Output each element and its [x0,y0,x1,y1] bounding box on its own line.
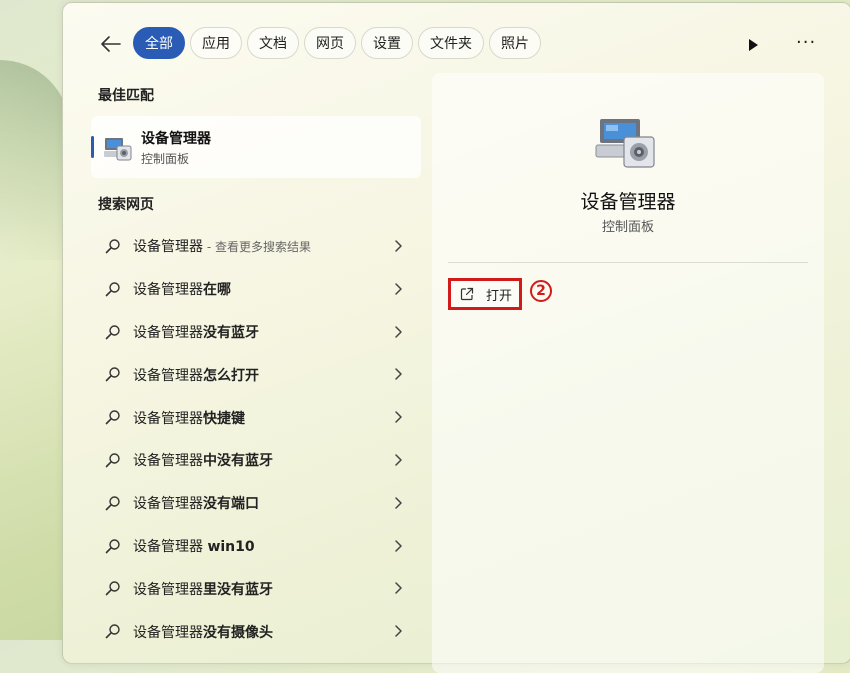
result-prefix: 设备管理器 [133,410,203,427]
open-button[interactable]: 打开 [448,278,522,310]
result-prefix: 设备管理器 [133,324,203,341]
result-prefix: 设备管理器 [133,538,208,555]
result-suffix: 怎么打开 [203,367,259,384]
best-match-name: 设备管理器 [141,131,211,147]
search-result-text: 设备管理器没有端口 [133,493,259,513]
search-result-row[interactable]: 设备管理器没有摄像头 [91,610,421,653]
result-suffix: 快捷键 [203,410,245,427]
search-icon [105,410,120,425]
search-result-row[interactable]: 设备管理器 win10 [91,525,421,568]
desktop-wallpaper [0,60,70,260]
chevron-right-icon [395,625,402,637]
search-icon [105,282,120,297]
best-match-item[interactable]: 设备管理器 控制面板 [91,116,421,178]
result-prefix: 设备管理器 [133,282,203,299]
search-result-row[interactable]: 设备管理器里没有蓝牙 [91,567,421,610]
more-options-icon: ··· [796,32,817,53]
result-suffix: 没有摄像头 [203,624,273,641]
search-icon [105,624,120,639]
chevron-right-icon [395,539,402,552]
result-prefix: 设备管理器 [133,581,203,598]
result-prefix: 设备管理器 [133,239,203,256]
result-hint: - 查看更多搜索结果 [203,240,311,255]
detail-title: 设备管理器 [580,191,676,213]
back-arrow-icon [101,36,121,52]
chevron-right-icon [395,582,402,595]
tab-all[interactable]: 全部 [133,27,185,59]
search-icon [105,581,120,596]
tab-apps[interactable]: 应用 [190,27,242,59]
filter-tabs: 全部 应用 文档 网页 设置 文件夹 照片 [133,27,541,59]
chevron-right-icon [395,240,402,252]
start-search-panel: 全部 应用 文档 网页 设置 文件夹 照片 ··· 最佳匹配 设备管理器 控制面… [62,2,850,673]
chevron-right-icon [395,325,402,338]
search-result-row[interactable]: 设备管理器怎么打开 [91,353,421,396]
selection-indicator [91,136,94,158]
search-icon [105,496,120,511]
search-icon [105,367,120,382]
chevron-right-icon [395,497,402,509]
chevron-right-icon [395,411,402,423]
result-suffix: 中没有蓝牙 [203,453,273,470]
best-match-category: 控制面板 [141,152,190,166]
search-result-text: 设备管理器怎么打开 [133,365,259,385]
result-prefix: 设备管理器 [133,496,203,513]
search-icon [105,538,120,553]
tab-photos[interactable]: 照片 [489,27,541,59]
tab-documents[interactable]: 文档 [247,27,299,59]
play-button[interactable] [743,35,763,55]
chevron-right-icon [395,368,402,381]
more-options-button[interactable]: ··· [796,33,820,53]
search-result-row[interactable]: 设备管理器在哪 [91,268,421,311]
detail-category: 控制面板 [601,220,654,235]
divider [448,262,808,263]
search-icon [105,239,120,254]
search-result-row[interactable]: 设备管理器没有蓝牙 [91,311,421,354]
web-search-heading: 搜索网页 [98,197,154,213]
result-suffix: 没有蓝牙 [203,324,259,341]
search-result-row[interactable]: 设备管理器没有端口 [91,482,421,525]
search-result-row[interactable]: 设备管理器中没有蓝牙 [91,439,421,482]
search-top-bar: 全部 应用 文档 网页 设置 文件夹 照片 ··· [63,27,850,61]
search-result-text: 设备管理器里没有蓝牙 [133,579,273,599]
search-result-text: 设备管理器在哪 [133,279,231,299]
device-manager-icon [595,119,655,168]
search-result-text: 设备管理器 win10 [133,536,255,556]
tab-web[interactable]: 网页 [304,27,356,59]
web-search-results: 设备管理器 - 查看更多搜索结果 设备管理器在哪 设备管理器没有蓝牙 设备管理器怎么打… [91,225,421,653]
result-suffix: 在哪 [203,282,231,299]
device-manager-icon [104,138,132,161]
result-suffix: 里没有蓝牙 [203,581,273,598]
search-result-row[interactable]: 设备管理器快捷键 [91,396,421,439]
search-icon [105,324,120,339]
detail-pane: 设备管理器 控制面板 打开 2 [432,73,824,673]
chevron-right-icon [395,454,402,466]
best-match-heading: 最佳匹配 [98,88,154,104]
search-result-text: 设备管理器 - 查看更多搜索结果 [133,236,311,256]
open-external-icon [460,287,474,301]
result-prefix: 设备管理器 [133,367,203,384]
tab-folders[interactable]: 文件夹 [418,27,484,59]
result-prefix: 设备管理器 [133,453,203,470]
search-result-text: 设备管理器中没有蓝牙 [133,450,273,470]
search-result-text: 设备管理器没有摄像头 [133,622,273,642]
search-result-text: 设备管理器没有蓝牙 [133,322,259,342]
play-icon [749,39,758,51]
result-suffix: win10 [207,538,255,555]
back-button[interactable] [97,30,125,58]
chevron-right-icon [395,283,402,295]
search-result-text: 设备管理器快捷键 [133,408,245,428]
step-marker: 2 [530,280,552,302]
search-icon [105,453,120,468]
open-button-label: 打开 [486,288,513,304]
result-prefix: 设备管理器 [133,624,203,641]
tab-settings[interactable]: 设置 [361,27,413,59]
result-suffix: 没有端口 [203,496,259,513]
search-result-row[interactable]: 设备管理器 - 查看更多搜索结果 [91,225,421,268]
